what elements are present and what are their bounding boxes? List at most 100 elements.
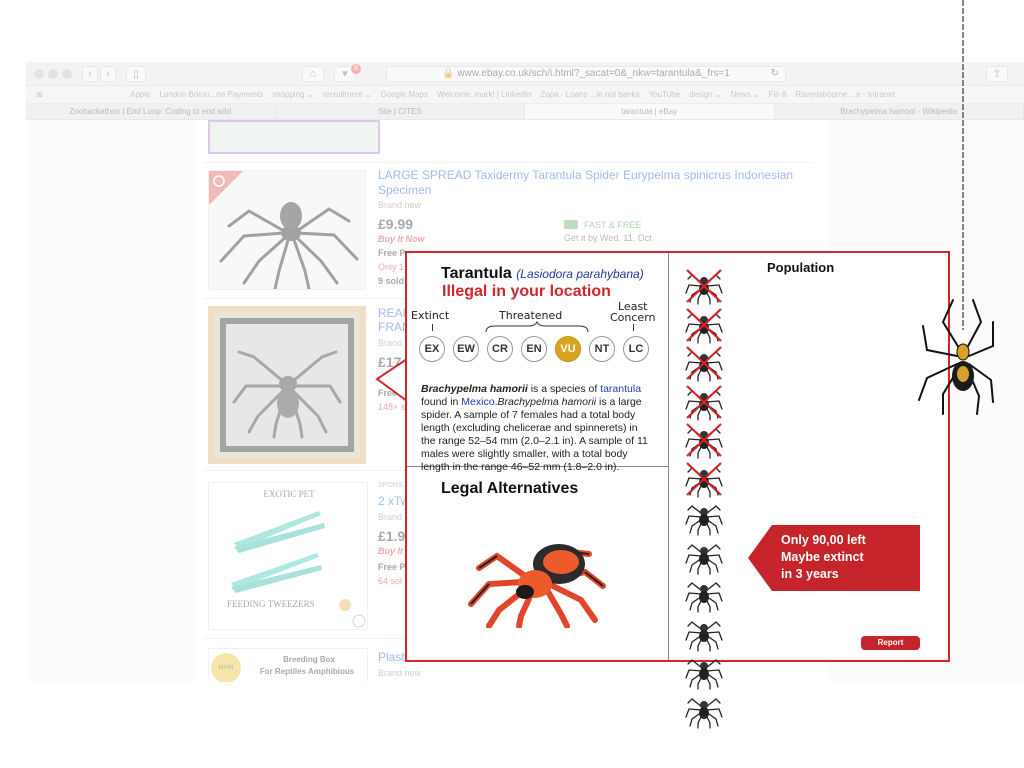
- bookmark-item[interactable]: Apple: [130, 90, 150, 99]
- bookmarks-bar: ⊞ Apple London Borou...ne Payments shoppin…: [26, 86, 1024, 104]
- url-text: www.ebay.co.uk/sch/i.html?_sacat=0&_nkw=…: [457, 68, 730, 79]
- spider-icon: [685, 505, 723, 536]
- browser-tab[interactable]: Site | CITES: [276, 104, 525, 119]
- description-species: Brachypelma hamorii: [421, 383, 528, 395]
- listing-price: £9.99: [378, 216, 414, 232]
- browser-tab[interactable]: Zoohackathon | End Loop: Coding to end w…: [26, 104, 276, 119]
- sponsored-label: SPONS: [378, 482, 403, 489]
- spider-icon: [685, 620, 723, 652]
- crossed-spider-icon: [685, 307, 723, 344]
- listing-sold: 148+ s: [378, 402, 406, 412]
- close-window-icon[interactable]: [34, 69, 44, 79]
- listing-stock: Only 1: [378, 262, 405, 272]
- forward-icon[interactable]: ›: [100, 66, 116, 82]
- notification-badge: 8: [351, 64, 361, 74]
- crossed-spider-icon: [685, 461, 723, 498]
- listing-postage: Free P: [378, 248, 406, 258]
- home-icon[interactable]: ⌂: [302, 66, 324, 82]
- bookmark-item[interactable]: shopping ⌄: [272, 90, 313, 99]
- truck-icon: [564, 220, 578, 229]
- alternatives-title: Legal Alternatives: [441, 480, 579, 497]
- browser-tab[interactable]: tarantula | eBay: [525, 104, 775, 119]
- minimize-window-icon[interactable]: [48, 69, 58, 79]
- status-vu-badge: VU: [555, 336, 581, 362]
- report-button[interactable]: Report: [861, 636, 920, 650]
- concern-label: Concern: [610, 311, 656, 324]
- species-latin-name: (Lasiodora parahybana): [516, 267, 644, 281]
- bookmark-item[interactable]: Google Maps: [380, 90, 428, 99]
- bookmark-item[interactable]: design ⌄: [689, 90, 722, 99]
- bookmarks-grid-icon[interactable]: ⊞: [36, 86, 43, 103]
- illegal-warning: Illegal in your location: [442, 283, 611, 300]
- listing-thumbnail[interactable]: [208, 170, 366, 290]
- population-title: Population: [767, 260, 835, 275]
- wildlife-warning-popup: Tarantula (Lasiodora parahybana) Illegal…: [405, 251, 950, 729]
- status-lc-badge: LC: [623, 336, 649, 362]
- listing-condition: Brand: [378, 338, 403, 348]
- spider-icon: [685, 697, 723, 729]
- spider-icon: [685, 659, 723, 690]
- bookmark-item[interactable]: Zopa - Loans ...le not banks: [540, 90, 639, 99]
- popup-left-column: Tarantula (Lasiodora parahybana) Illegal…: [407, 253, 669, 660]
- bookmark-item[interactable]: Welcome, mark! | LinkedIn: [437, 90, 531, 99]
- browser-tabs: Zoohackathon | End Loop: Coding to end w…: [26, 104, 1024, 120]
- listing-price: £1.9: [378, 528, 406, 544]
- image-caption-top: EXOTIC PET: [263, 489, 315, 499]
- species-heading: Tarantula (Lasiodora parahybana): [441, 265, 644, 283]
- description-text: found in: [421, 396, 462, 408]
- crossed-spider-icon: [685, 269, 723, 305]
- bookmark-item[interactable]: Ravensbourne ...e - Intranet: [795, 90, 895, 99]
- concern-tick: [633, 324, 634, 331]
- callout-text: Only 90,00 left Maybe extinct in 3 years: [781, 532, 866, 583]
- threatened-bracket: [485, 321, 589, 333]
- award-badge: MAIN: [211, 653, 241, 682]
- crossed-spider-icon: [685, 346, 723, 382]
- status-ex-badge: EX: [419, 336, 445, 362]
- description-species-inline: Brachypelma hamorii: [497, 396, 597, 408]
- spider-icon: [685, 582, 723, 613]
- listing-title[interactable]: LARGE SPREAD Taxidermy Tarantula Spider …: [378, 168, 798, 198]
- listing-title[interactable]: Plast: [378, 650, 405, 665]
- sidebar-icon[interactable]: ▯: [126, 66, 146, 82]
- listing-condition: Brand new: [378, 200, 422, 210]
- listing-sold: 64 sol: [378, 576, 403, 586]
- listing-postage: Free P: [378, 562, 406, 572]
- framed-spider-photo: [220, 318, 354, 452]
- listing-condition: Brand new: [378, 668, 422, 678]
- toy-spider-image[interactable]: [463, 528, 613, 628]
- status-cr-badge: CR: [487, 336, 513, 362]
- listing-thumbnail[interactable]: EXOTIC PET FEEDING TWEEZERS: [208, 482, 368, 630]
- species-info-section: Tarantula (Lasiodora parahybana) Illegal…: [407, 253, 669, 473]
- lock-icon: 🔒: [442, 68, 455, 79]
- bookmark-item[interactable]: Fin 8: [769, 90, 787, 99]
- callout-line: Only 90,00 left: [781, 533, 866, 547]
- callout-line: Maybe extinct: [781, 550, 864, 564]
- description-text: is a species of: [527, 383, 601, 395]
- bookmark-item[interactable]: News ⌄: [731, 90, 760, 99]
- reload-icon[interactable]: ↻: [771, 67, 779, 81]
- shipping-badge: FAST & FREE: [584, 220, 642, 230]
- image-caption-top: Breeding Box: [282, 655, 335, 664]
- image-caption-bottom: FEEDING TWEEZERS: [227, 599, 315, 609]
- image-caption-bottom: For Reptiles Amphibious: [259, 667, 355, 676]
- bookmark-item[interactable]: YouTube: [649, 90, 680, 99]
- listing-thumbnail[interactable]: [208, 306, 366, 464]
- tarantula-link[interactable]: tarantula: [600, 383, 641, 395]
- zoom-window-icon[interactable]: [62, 69, 72, 79]
- bookmark-item[interactable]: recruitment ⌄: [323, 90, 372, 99]
- legal-alternatives-section: Legal Alternatives: [407, 468, 669, 660]
- crossed-spider-icon: [685, 423, 723, 459]
- bookmark-item[interactable]: London Borou...ne Payments: [159, 90, 263, 99]
- spider-icon: [685, 543, 723, 575]
- browser-toolbar: ‹ › ▯ ⌂ ▾ 8 🔒 www.ebay.co.uk/sch/i.html?…: [26, 62, 1024, 86]
- url-bar[interactable]: 🔒 www.ebay.co.uk/sch/i.html?_sacat=0&_nk…: [386, 66, 786, 82]
- listing-thumbnail[interactable]: MAIN Breeding Box For Reptiles Amphibiou…: [208, 648, 368, 682]
- delivery-date: Get it by Wed. 11. Oct: [564, 233, 652, 243]
- back-icon[interactable]: ‹: [82, 66, 98, 82]
- species-common-name: Tarantula: [441, 265, 512, 282]
- popup-pointer: [375, 359, 408, 402]
- spider-photo: [209, 171, 359, 289]
- mexico-link[interactable]: Mexico: [461, 396, 494, 408]
- listing-thumbnail[interactable]: [208, 120, 380, 154]
- extinct-tick: [432, 324, 433, 331]
